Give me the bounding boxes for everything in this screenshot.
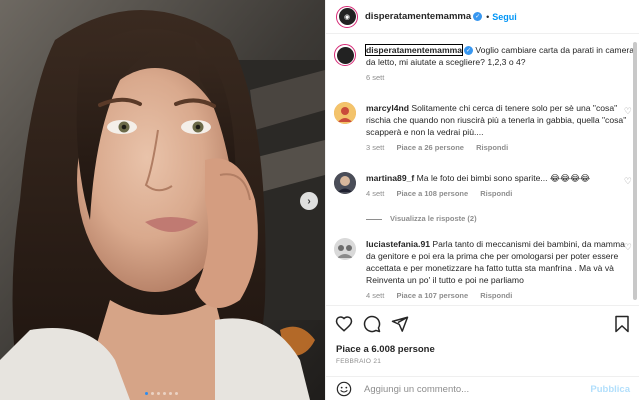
chevron-right-icon: › [307,195,311,207]
avatar-image: ◉ [338,8,356,25]
view-replies-label: Visualizza le risposte (2) [390,214,477,223]
view-replies-button[interactable]: Visualizza le risposte (2) [366,214,477,223]
header-separator: • [486,11,490,22]
bookmark-icon[interactable] [614,315,630,333]
carousel-dot [175,392,178,395]
avatar-image [334,172,356,194]
comment-meta: 4 sett Piace a 107 persone Rispondi [366,290,634,302]
comment-username[interactable]: martina89_f [366,173,414,183]
reply-button[interactable]: Rispondi [476,143,508,152]
verified-badge-icon: ✓ [473,12,483,21]
caption-username[interactable]: disperatamentemamma [364,44,464,56]
caption-body: disperatamentemamma ✓ Voglio cambiare car… [364,44,634,84]
carousel-next-button[interactable]: › [300,192,318,210]
caption-avatar[interactable] [334,44,356,66]
carousel-dot [163,392,166,395]
post-photo[interactable]: › [0,0,325,400]
publish-button[interactable]: Pubblica [590,384,630,395]
heart-icon[interactable] [335,315,353,333]
carousel-dot [151,392,154,395]
comment-time[interactable]: 4 sett [366,291,384,300]
comment-body: luciastefania.91 Parla tanto di meccanis… [366,238,634,302]
comment-username[interactable]: luciastefania.91 [366,239,430,249]
caption-meta: 6 sett [366,72,634,84]
author-username[interactable]: disperatamentemamma [365,11,471,22]
avatar-image [334,238,356,260]
post-date: FEBBRAIO 21 [336,358,382,365]
post-side-panel: ◉ disperatamentemamma ✓ • Segui disperat… [325,0,639,400]
comment-body: marcyl4nd Solitamente chi cerca di tener… [366,102,634,154]
comment-likes[interactable]: Piace a 108 persone [396,189,468,198]
reply-button[interactable]: Rispondi [480,189,512,198]
comment-meta: 4 sett Piace a 108 persone Rispondi [366,188,634,200]
avatar-image [334,102,356,124]
follow-button[interactable]: Segui [492,12,517,22]
action-icons [335,315,409,333]
comment-meta: 3 sett Piace a 26 persone Rispondi [366,142,634,154]
commenter-avatar[interactable] [334,172,356,194]
add-comment-bar: Aggiungi un commento... Pubblica [326,376,639,400]
verified-badge-icon: ✓ [464,46,474,56]
comment-likes[interactable]: Piace a 26 persone [396,143,464,152]
comment-time[interactable]: 4 sett [366,189,384,198]
share-icon[interactable] [391,315,409,333]
commenter-avatar[interactable] [334,238,356,260]
comments-scrollbar[interactable] [633,42,637,300]
carousel-dot [157,392,160,395]
reply-button[interactable]: Rispondi [480,291,512,300]
comment-username[interactable]: marcyl4nd [366,103,409,113]
comment-time[interactable]: 3 sett [366,143,384,152]
carousel-dot [145,392,148,395]
comment-icon[interactable] [363,315,381,333]
like-comment-heart-icon[interactable]: ♡ [624,242,632,253]
comment-input[interactable]: Aggiungi un commento... [364,384,469,395]
like-comment-heart-icon[interactable]: ♡ [624,106,632,117]
instagram-post-modal: › ◉ disperatamentemamma ✓ • Segui disper… [0,0,639,400]
emoji-icon[interactable] [336,381,352,397]
comment-text: Ma le foto dei bimbi sono sparite... 😂😂😂… [416,173,591,183]
replies-divider [366,218,382,220]
portrait-image [0,0,325,400]
author-avatar[interactable]: ◉ [336,5,358,28]
post-actions: Piace a 6.008 persone FEBBRAIO 21 Aggiun… [326,305,639,400]
comment-body: martina89_f Ma le foto dei bimbi sono sp… [366,172,634,200]
carousel-indicator [145,392,178,395]
post-header: ◉ disperatamentemamma ✓ • Segui [326,0,639,34]
avatar-image [336,46,354,64]
carousel-dot [169,392,172,395]
caption-time[interactable]: 6 sett [366,73,384,82]
commenter-avatar[interactable] [334,102,356,124]
like-comment-heart-icon[interactable]: ♡ [624,176,632,187]
comment-likes[interactable]: Piace a 107 persone [396,291,468,300]
post-likes-count[interactable]: Piace a 6.008 persone [336,344,435,355]
